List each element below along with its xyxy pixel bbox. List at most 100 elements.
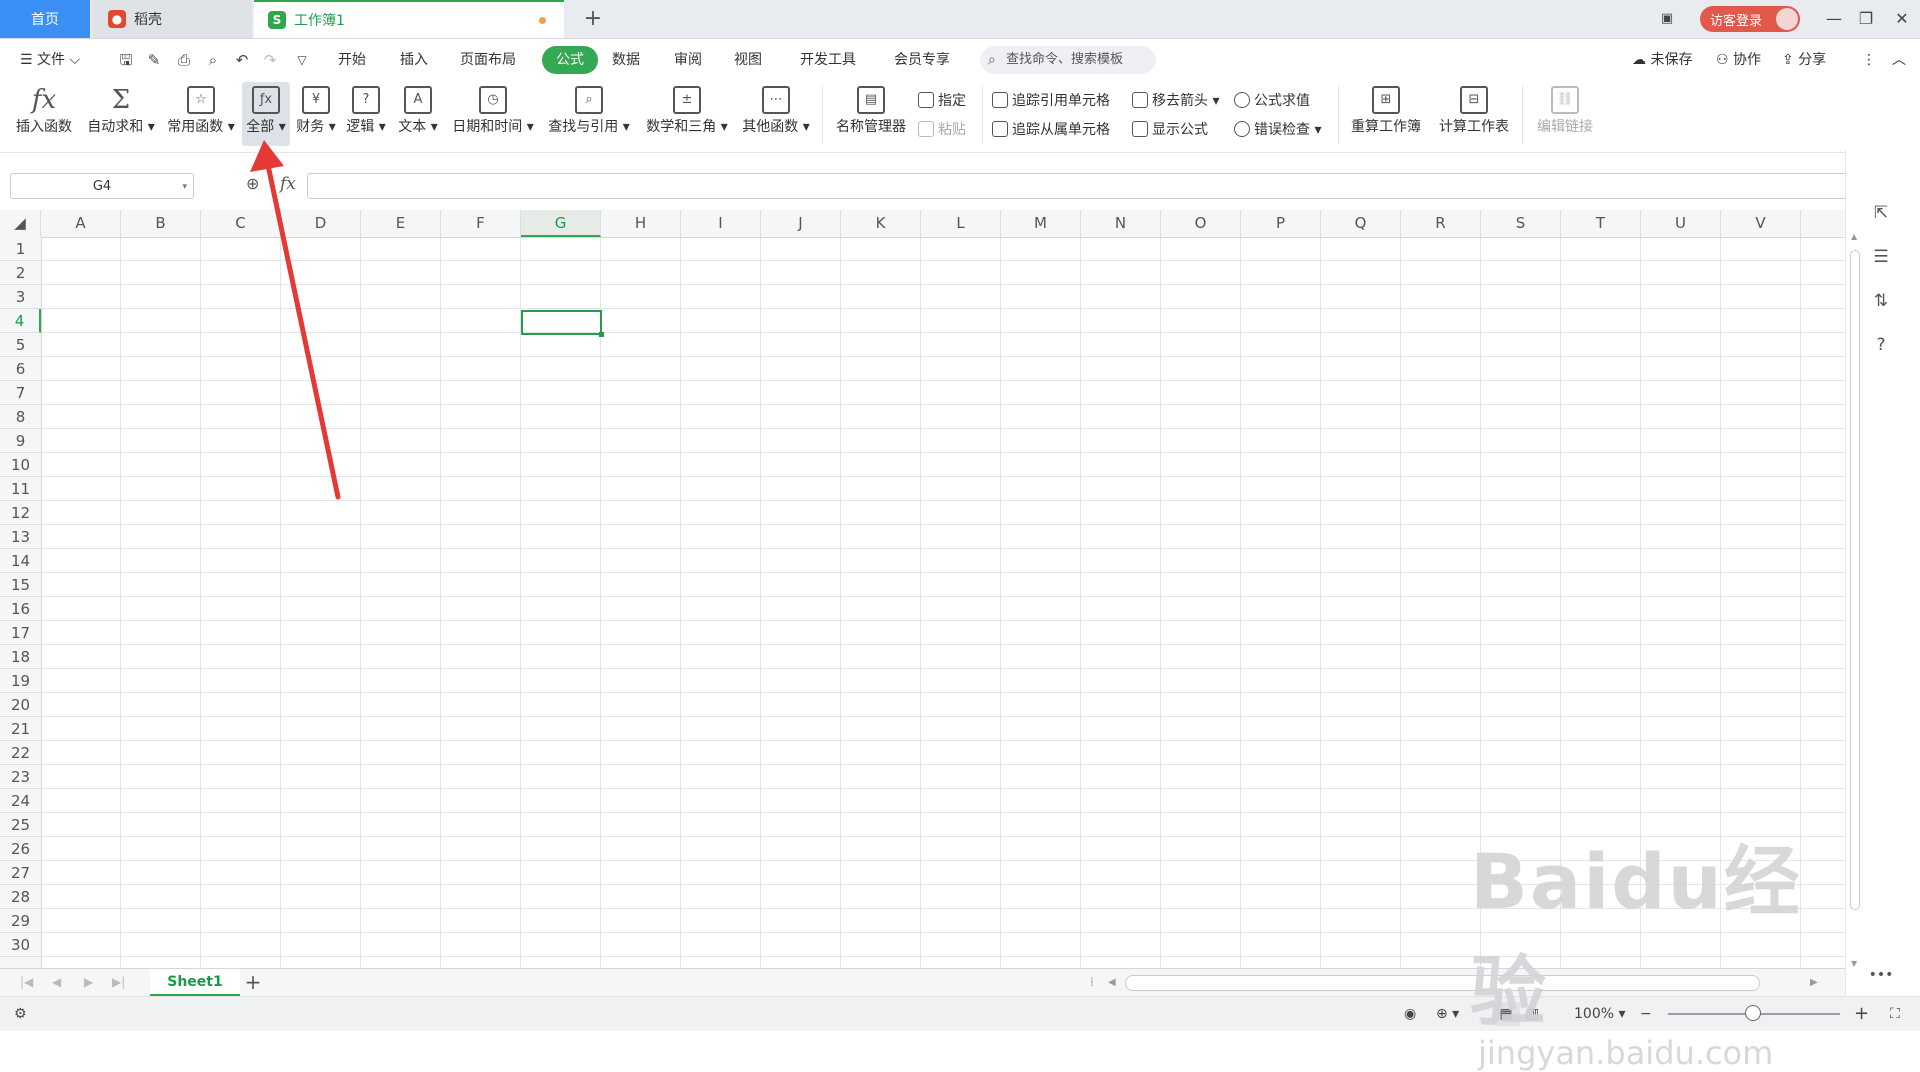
- row-header-15[interactable]: 15: [0, 573, 41, 597]
- prev-sheet-icon[interactable]: ◀: [52, 969, 61, 996]
- name-manager-button[interactable]: ▤ 名称管理器: [832, 82, 910, 146]
- row-header-30[interactable]: 30: [0, 933, 41, 957]
- calc-sheet-button[interactable]: ⊟ 计算工作表: [1434, 82, 1514, 146]
- save-icon[interactable]: 🖫: [116, 50, 136, 70]
- row-header-27[interactable]: 27: [0, 861, 41, 885]
- row-header-10[interactable]: 10: [0, 453, 41, 477]
- transform-icon[interactable]: ⇅: [1868, 288, 1894, 314]
- share-button[interactable]: ⇪ 分享: [1772, 46, 1836, 74]
- row-header-6[interactable]: 6: [0, 357, 41, 381]
- column-header-i[interactable]: I: [681, 210, 761, 237]
- new-tab-button[interactable]: +: [578, 4, 608, 34]
- column-header-a[interactable]: A: [41, 210, 121, 237]
- autosum-button[interactable]: Σ 自动求和 ▾: [84, 82, 158, 146]
- menu-member[interactable]: 会员专享: [884, 46, 960, 74]
- column-header-o[interactable]: O: [1161, 210, 1241, 237]
- row-header-12[interactable]: 12: [0, 501, 41, 525]
- row-header-1[interactable]: 1: [0, 237, 41, 261]
- fx-icon[interactable]: fx: [280, 174, 296, 194]
- fullscreen-icon[interactable]: ⛶: [1890, 1002, 1900, 1026]
- menu-review[interactable]: 审阅: [664, 46, 712, 74]
- first-sheet-icon[interactable]: |◀: [20, 969, 33, 996]
- tab-daoke[interactable]: ● 稻壳: [92, 0, 252, 38]
- file-menu[interactable]: ☰ 文件 ⌵: [10, 46, 90, 74]
- sliders-icon[interactable]: ☰: [1868, 244, 1894, 270]
- print-preview-icon[interactable]: ⌕: [203, 50, 223, 70]
- trace-dependents-button[interactable]: 追踪从属单元格: [992, 119, 1110, 141]
- window-count-icon[interactable]: ▣: [1654, 6, 1680, 32]
- row-header-11[interactable]: 11: [0, 477, 41, 501]
- vertical-scrollbar[interactable]: ▲ ▼: [1848, 232, 1862, 968]
- error-check-button[interactable]: 错误检查 ▾: [1234, 119, 1321, 141]
- page-view-icon[interactable]: ▥: [1526, 1002, 1539, 1026]
- paste-button[interactable]: 粘贴: [918, 119, 966, 141]
- row-header-7[interactable]: 7: [0, 381, 41, 405]
- row-header-8[interactable]: 8: [0, 405, 41, 429]
- zoom-formula-icon[interactable]: ⊕: [246, 174, 259, 193]
- more-options-icon[interactable]: •••: [1868, 962, 1894, 988]
- row-header-9[interactable]: 9: [0, 429, 41, 453]
- column-header-v[interactable]: V: [1721, 210, 1801, 237]
- column-header-c[interactable]: C: [201, 210, 281, 237]
- finance-button[interactable]: ¥ 财务 ▾: [294, 82, 338, 146]
- zoom-slider-knob[interactable]: [1745, 1005, 1761, 1021]
- all-functions-button[interactable]: ƒx 全部 ▾: [242, 82, 290, 146]
- trace-precedents-button[interactable]: 追踪引用单元格: [992, 90, 1110, 112]
- column-header-e[interactable]: E: [361, 210, 441, 237]
- horizontal-scroll-thumb[interactable]: [1125, 975, 1760, 991]
- row-header-24[interactable]: 24: [0, 789, 41, 813]
- formula-input[interactable]: [307, 173, 1862, 199]
- row-header-18[interactable]: 18: [0, 645, 41, 669]
- print-icon[interactable]: ⎙: [174, 50, 194, 70]
- recalc-workbook-button[interactable]: ⊞ 重算工作簿: [1346, 82, 1426, 146]
- row-header-28[interactable]: 28: [0, 885, 41, 909]
- split-handle-icon[interactable]: ⁞: [1090, 969, 1094, 996]
- zoom-in-icon[interactable]: +: [1854, 1002, 1869, 1026]
- column-header-r[interactable]: R: [1401, 210, 1481, 237]
- row-header-25[interactable]: 25: [0, 813, 41, 837]
- evaluate-formula-button[interactable]: 公式求值: [1234, 90, 1310, 112]
- lookup-button[interactable]: ⌕ 查找与引用 ▾: [546, 82, 632, 146]
- column-header-u[interactable]: U: [1641, 210, 1721, 237]
- column-header-q[interactable]: Q: [1321, 210, 1401, 237]
- column-header-h[interactable]: H: [601, 210, 681, 237]
- customize-quick-access-icon[interactable]: ▽: [292, 50, 312, 70]
- vertical-scroll-thumb[interactable]: [1850, 250, 1860, 910]
- eye-protection-icon[interactable]: ◉: [1404, 1002, 1416, 1026]
- row-header-26[interactable]: 26: [0, 837, 41, 861]
- column-header-n[interactable]: N: [1081, 210, 1161, 237]
- row-header-2[interactable]: 2: [0, 261, 41, 285]
- normal-view-icon[interactable]: ▦: [1492, 1002, 1520, 1026]
- add-sheet-button[interactable]: +: [243, 969, 263, 996]
- column-header-s[interactable]: S: [1481, 210, 1561, 237]
- minimize-icon[interactable]: —: [1821, 6, 1847, 32]
- logic-button[interactable]: ? 逻辑 ▾: [344, 82, 388, 146]
- row-header-22[interactable]: 22: [0, 741, 41, 765]
- format-painter-icon[interactable]: ✎: [144, 50, 164, 70]
- selected-cell[interactable]: [521, 310, 604, 337]
- menu-developer[interactable]: 开发工具: [790, 46, 866, 74]
- menu-data[interactable]: 数据: [602, 46, 650, 74]
- row-header-16[interactable]: 16: [0, 597, 41, 621]
- macro-icon[interactable]: ⚙: [14, 1002, 27, 1026]
- menu-start[interactable]: 开始: [328, 46, 376, 74]
- row-header-14[interactable]: 14: [0, 549, 41, 573]
- math-button[interactable]: ± 数学和三角 ▾: [644, 82, 730, 146]
- row-header-20[interactable]: 20: [0, 693, 41, 717]
- center-icon[interactable]: ⊕ ▾: [1436, 1002, 1459, 1026]
- scroll-down-icon[interactable]: ▼: [1851, 959, 1857, 968]
- command-search[interactable]: ⌕ 查找命令、搜索模板: [980, 46, 1156, 74]
- menu-insert[interactable]: 插入: [390, 46, 438, 74]
- login-button[interactable]: 访客登录: [1700, 6, 1800, 32]
- row-header-21[interactable]: 21: [0, 717, 41, 741]
- tab-home[interactable]: 首页: [0, 0, 90, 38]
- redo-icon[interactable]: ↷: [260, 50, 280, 70]
- collapse-ribbon-icon[interactable]: ︿: [1882, 46, 1916, 74]
- next-sheet-icon[interactable]: ▶: [84, 969, 93, 996]
- restore-icon[interactable]: ❐: [1853, 6, 1879, 32]
- column-header-k[interactable]: K: [841, 210, 921, 237]
- select-all-corner[interactable]: ◢: [0, 210, 41, 237]
- column-header-l[interactable]: L: [921, 210, 1001, 237]
- column-header-m[interactable]: M: [1001, 210, 1081, 237]
- column-header-f[interactable]: F: [441, 210, 521, 237]
